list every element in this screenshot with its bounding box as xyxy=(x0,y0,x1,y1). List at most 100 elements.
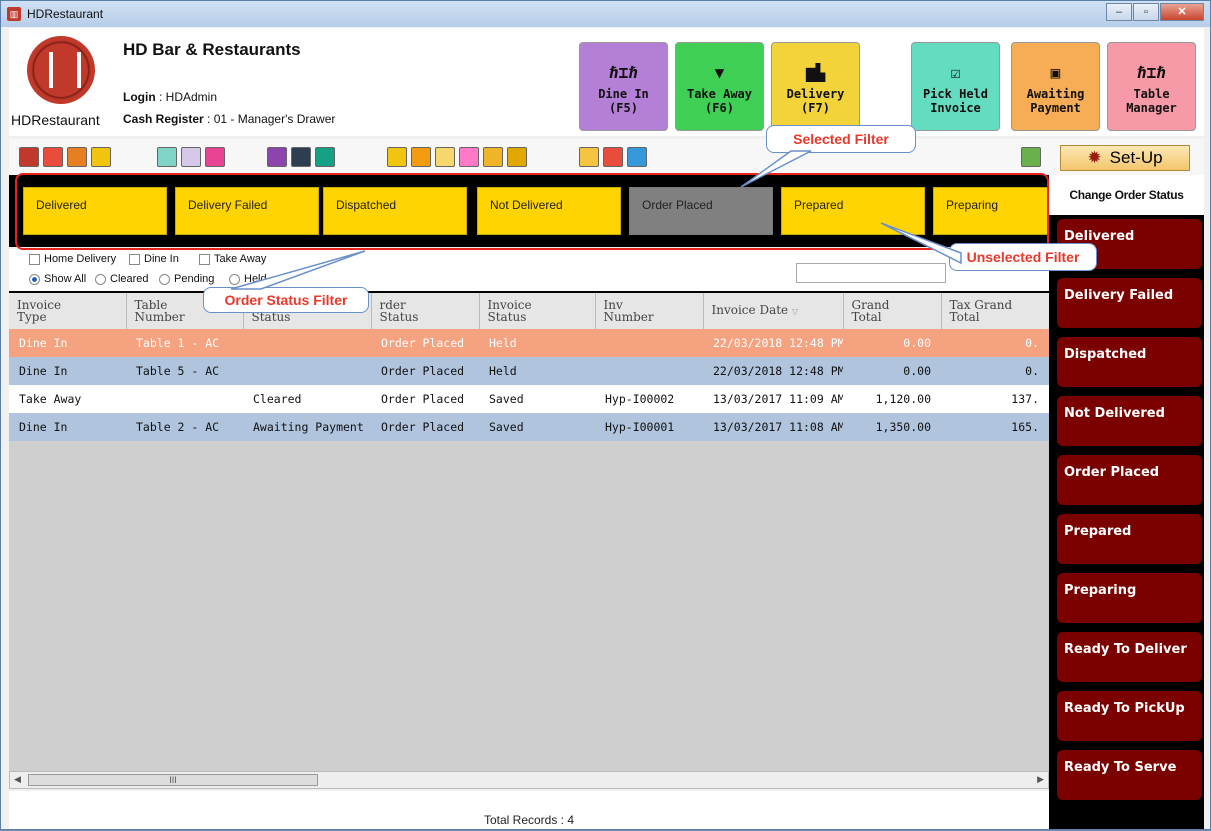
column-invoice-status-2[interactable]: Invoice Status xyxy=(479,293,596,329)
gear-icon: ✹ xyxy=(1087,148,1102,167)
edit-icon[interactable] xyxy=(411,147,431,167)
table-cell: Order Placed xyxy=(371,329,479,357)
home-delivery-checkbox[interactable]: Home Delivery xyxy=(29,253,116,265)
show-all-label: Show All xyxy=(44,273,87,285)
status-button-preparing[interactable]: Preparing xyxy=(1057,573,1202,623)
dine-in-checkbox[interactable]: Dine In xyxy=(129,253,179,265)
scroll-thumb[interactable]: III xyxy=(28,774,318,786)
awaiting-label2: Payment xyxy=(1030,101,1081,115)
calendar-icon[interactable] xyxy=(507,147,527,167)
restaurant-name: HD Bar & Restaurants xyxy=(123,40,301,59)
status-button-dispatched[interactable]: Dispatched xyxy=(1057,337,1202,387)
column-inv-number[interactable]: Inv Number xyxy=(595,293,704,329)
held-radio[interactable]: Held xyxy=(229,273,267,285)
recipe-icon[interactable] xyxy=(483,147,503,167)
total-records: Total Records : 4 xyxy=(483,813,575,827)
table-cell: Dine In xyxy=(9,413,126,441)
table-manager-label2: Manager xyxy=(1126,101,1177,115)
status-button-ready-to-pickup[interactable]: Ready To PickUp xyxy=(1057,691,1202,741)
report-icon[interactable] xyxy=(19,147,39,167)
pie-icon[interactable] xyxy=(603,147,623,167)
invoice-icon[interactable] xyxy=(43,147,63,167)
column-invoice-type[interactable]: Invoice Type xyxy=(9,293,127,329)
table-cell: Cleared xyxy=(243,385,371,413)
delivery-button[interactable]: ▆▙ Delivery (F7) xyxy=(771,42,860,131)
register-label: Cash Register xyxy=(123,112,204,126)
table-row[interactable]: Dine In Table 5 - AC Order Placed Held 22/03… xyxy=(9,357,1049,385)
setup-button[interactable]: ✹ Set-Up xyxy=(1060,145,1190,171)
truck-icon[interactable] xyxy=(291,147,311,167)
chart-icon[interactable] xyxy=(267,147,287,167)
awaiting-label: Awaiting xyxy=(1026,87,1085,101)
table-cell: Table 5 - AC xyxy=(126,357,243,385)
cleared-radio[interactable]: Cleared xyxy=(95,273,149,285)
table-row[interactable]: Dine In Table 2 - AC Awaiting Payment Order… xyxy=(9,413,1049,441)
scroll-left-icon[interactable]: ◀ xyxy=(14,774,21,785)
pending-radio[interactable]: Pending xyxy=(159,273,214,285)
table-cell: Saved xyxy=(479,413,595,441)
status-button-prepared[interactable]: Prepared xyxy=(1057,514,1202,564)
cleared-label: Cleared xyxy=(110,273,149,285)
status-button-not-delivered[interactable]: Not Delivered xyxy=(1057,396,1202,446)
table-manager-label: Table xyxy=(1133,87,1170,101)
status-button-order-placed[interactable]: Order Placed xyxy=(1057,455,1202,505)
table-cell: 0.00 xyxy=(843,357,941,385)
horizontal-scrollbar[interactable]: ◀ III ▶ xyxy=(9,771,1049,789)
filter-highlight xyxy=(15,173,1049,250)
delivery-label: Delivery xyxy=(786,87,845,101)
show-all-radio[interactable]: Show All xyxy=(29,273,86,285)
login-value: : HDAdmin xyxy=(159,90,218,104)
column-order-status[interactable]: rder Status xyxy=(371,293,480,329)
table-cell: Order Placed xyxy=(371,413,479,441)
awaiting-payment-button[interactable]: ▣ Awaiting Payment xyxy=(1011,42,1100,131)
list-icon[interactable] xyxy=(91,147,111,167)
user-icon[interactable] xyxy=(627,147,647,167)
pick-held-label2: Invoice xyxy=(930,101,981,115)
table-cell xyxy=(243,357,371,385)
table-row[interactable]: Take Away Cleared Order Placed Saved Hyp-I00… xyxy=(9,385,1049,413)
held-label: Held xyxy=(244,273,267,285)
table-manager-button[interactable]: ℏ⌶ℏ Table Manager xyxy=(1107,42,1196,131)
table-cell xyxy=(126,385,243,413)
counter-icon[interactable] xyxy=(579,147,599,167)
take-away-key: (F6) xyxy=(705,101,734,115)
column-tax-grand-total[interactable]: Tax Grand Total xyxy=(941,293,1050,329)
column-invoice-date[interactable]: Invoice Date ▽ xyxy=(703,293,844,329)
table-cell: Table 2 - AC xyxy=(126,413,243,441)
login-label: Login xyxy=(123,90,156,104)
status-button-ready-to-serve[interactable]: Ready To Serve xyxy=(1057,750,1202,800)
table-cell: 137. xyxy=(941,385,1049,413)
table-icon[interactable] xyxy=(181,147,201,167)
note-icon[interactable] xyxy=(459,147,479,167)
maximize-button[interactable]: ▫ xyxy=(1133,3,1159,21)
add-table-icon[interactable] xyxy=(157,147,177,167)
status-button-delivery-failed[interactable]: Delivery Failed xyxy=(1057,278,1202,328)
close-button[interactable]: ✕ xyxy=(1160,3,1204,21)
search-input[interactable] xyxy=(796,263,946,283)
take-away-button[interactable]: ▼ Take Away (F6) xyxy=(675,42,764,131)
chat-icon[interactable] xyxy=(67,147,87,167)
filter-options: Home Delivery Dine In Take Away Show All… xyxy=(9,249,1049,291)
dine-in-button[interactable]: ℏ⌶ℏ Dine In (F5) xyxy=(579,42,668,131)
pick-held-invoice-button[interactable]: ☑ Pick Held Invoice xyxy=(911,42,1000,131)
table-cell: 22/03/2018 12:48 PM xyxy=(703,329,843,357)
status-button-ready-to-deliver[interactable]: Ready To Deliver xyxy=(1057,632,1202,682)
scroll-right-icon[interactable]: ▶ xyxy=(1037,774,1044,785)
order-status-filter-callout: Order Status Filter xyxy=(203,287,369,313)
header: HDRestaurant HD Bar & Restaurants Login … xyxy=(9,28,1204,136)
settings-gear-icon[interactable] xyxy=(1021,147,1041,167)
merge-icon[interactable] xyxy=(205,147,225,167)
minimize-button[interactable]: – xyxy=(1106,3,1132,21)
box-icon[interactable] xyxy=(387,147,407,167)
column-grand-total[interactable]: Grand Total xyxy=(843,293,942,329)
dine-in-key: (F5) xyxy=(609,101,638,115)
transfer-icon[interactable] xyxy=(315,147,335,167)
app-window: ▥ HDRestaurant – ▫ ✕ HDRestaurant HD Bar… xyxy=(0,0,1211,830)
restaurant-logo xyxy=(27,36,95,104)
status-bar: Total Records : 4 xyxy=(9,791,1049,829)
cart-icon[interactable] xyxy=(435,147,455,167)
table-cell xyxy=(595,329,703,357)
table-row[interactable]: Dine In Table 1 - AC Order Placed Held 22/03… xyxy=(9,329,1049,357)
take-away-checkbox[interactable]: Take Away xyxy=(199,253,266,265)
table-cell: 165. xyxy=(941,413,1049,441)
